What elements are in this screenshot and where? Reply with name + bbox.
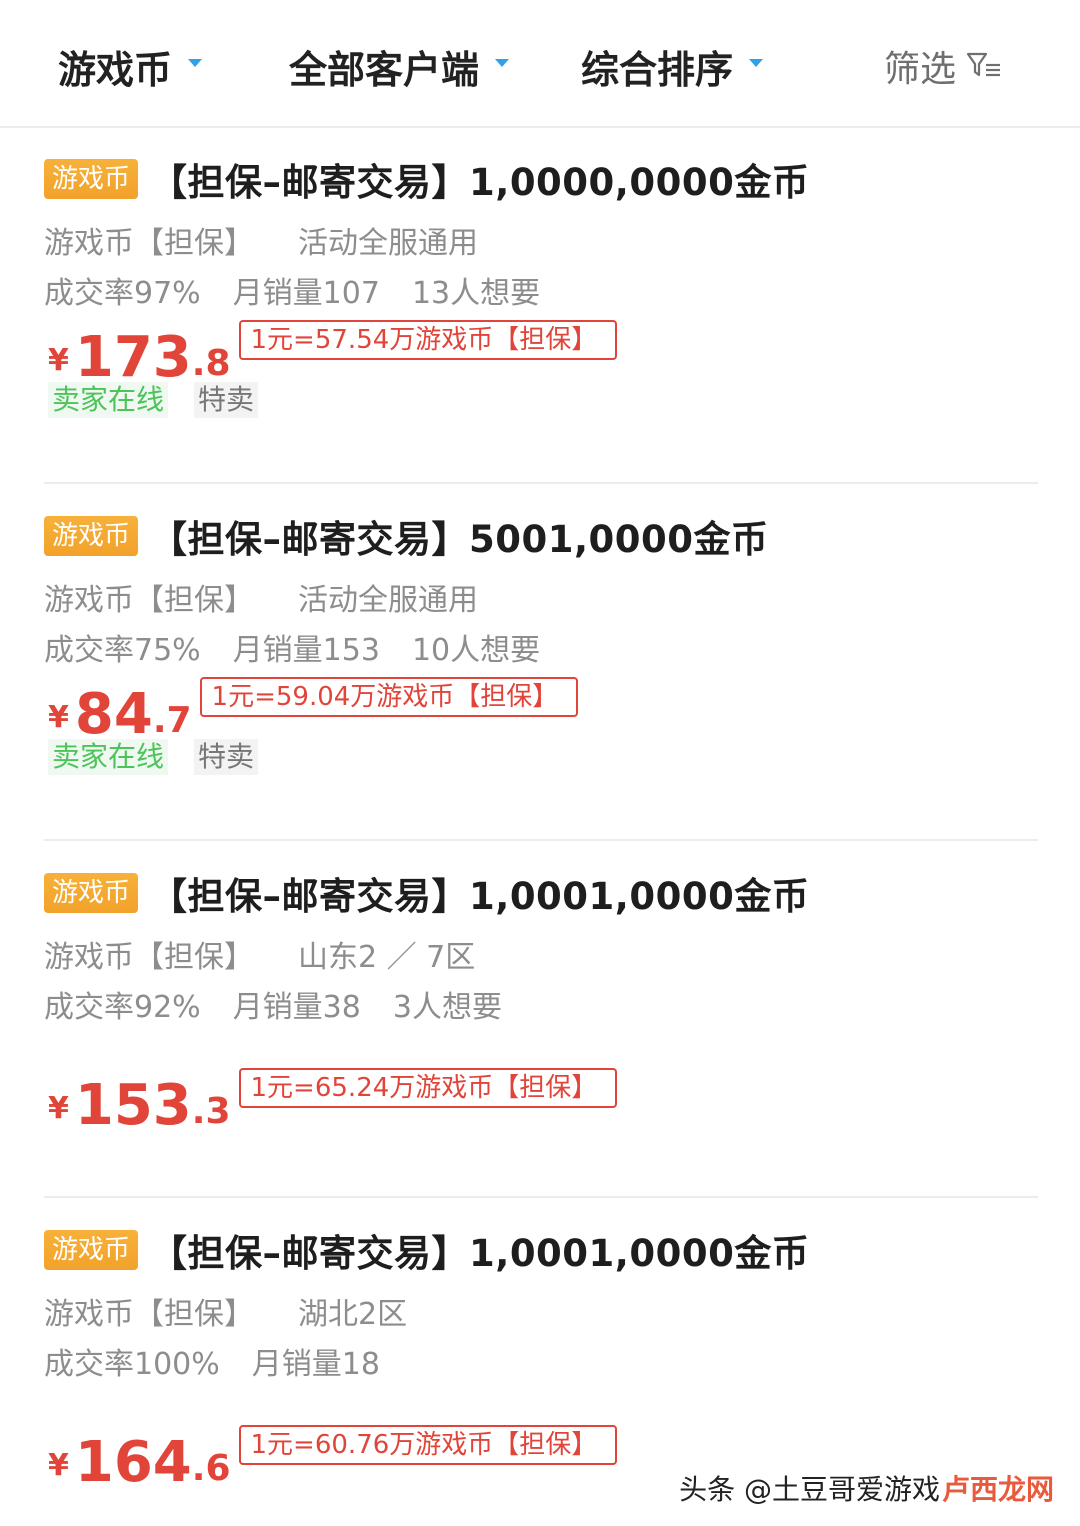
special-sale-tag: 特卖 [194, 739, 259, 775]
price-integer: 173 [74, 325, 192, 390]
listing-type: 游戏币【担保】 [44, 226, 254, 261]
filter-button-label: 筛选 [884, 49, 957, 90]
filter-funnel-icon [966, 52, 1001, 77]
listing-server: 活动全服通用 [298, 583, 478, 618]
caret-down-icon [495, 59, 510, 67]
price-integer: 153 [74, 1073, 192, 1138]
caret-down-icon [188, 59, 203, 67]
listing-type: 游戏币【担保】 [44, 940, 254, 975]
price-integer: 164 [74, 1430, 192, 1495]
listing-title: 【担保–邮寄交易】1,0001,0000金币 [150, 1232, 810, 1275]
listing-title: 【担保–邮寄交易】1,0000,0000金币 [150, 161, 810, 204]
monthly-sales: 月销量153 [232, 633, 380, 668]
wanted-count: 13人想要 [411, 276, 541, 311]
exchange-rate-tag: 1元=57.54万游戏币【担保】 [238, 320, 618, 360]
monthly-sales: 月销量38 [232, 990, 361, 1025]
deal-rate: 成交率92% [44, 990, 201, 1025]
caret-down-icon [749, 59, 764, 67]
listing-card[interactable]: 游戏币 【担保–邮寄交易】5001,0000金币 游戏币【担保】 活动全服通用 … [44, 485, 1038, 841]
price-integer: 84 [74, 682, 153, 747]
site-logo-text: 卢西龙网 [941, 1473, 1054, 1506]
category-dropdown-label: 游戏币 [58, 47, 173, 92]
price-decimal: .8 [191, 343, 231, 384]
price-decimal: .3 [191, 1091, 231, 1132]
category-badge: 游戏币 [44, 873, 139, 913]
currency-symbol: ¥ [48, 1091, 69, 1126]
price-decimal: .7 [152, 700, 192, 741]
price-decimal: .6 [191, 1448, 231, 1489]
special-sale-tag: 特卖 [194, 382, 259, 418]
category-badge: 游戏币 [44, 1230, 139, 1270]
seller-online-tag: 卖家在线 [48, 382, 169, 418]
filter-button[interactable]: 筛选 [884, 38, 1002, 94]
deal-rate: 成交率75% [44, 633, 201, 668]
deal-rate: 成交率97% [44, 276, 201, 311]
currency-symbol: ¥ [48, 1448, 69, 1483]
category-badge: 游戏币 [44, 516, 139, 556]
filter-bar: 游戏币 全部客户端 综合排序 筛选 [0, 0, 1080, 128]
category-badge: 游戏币 [44, 159, 139, 199]
client-dropdown[interactable]: 全部客户端 [289, 38, 510, 94]
listing-title: 【担保–邮寄交易】5001,0000金币 [150, 518, 769, 561]
listing-server: 湖北2区 [298, 1297, 408, 1332]
exchange-rate-tag: 1元=59.04万游戏币【担保】 [199, 677, 579, 717]
listing-server: 活动全服通用 [298, 226, 478, 261]
category-dropdown[interactable]: 游戏币 [58, 38, 203, 94]
exchange-rate-tag: 1元=65.24万游戏币【担保】 [238, 1068, 618, 1108]
deal-rate: 成交率100% [44, 1347, 220, 1382]
listing-card[interactable]: 游戏币 【担保–邮寄交易】1,0000,0000金币 游戏币【担保】 活动全服通… [44, 128, 1038, 484]
wanted-count: 10人想要 [411, 633, 541, 668]
sort-dropdown-label: 综合排序 [581, 47, 734, 92]
seller-online-tag: 卖家在线 [48, 739, 169, 775]
listing-card[interactable]: 游戏币 【担保–邮寄交易】1,0001,0000金币 游戏币【担保】 山东2 ／… [44, 842, 1038, 1198]
listing-type: 游戏币【担保】 [44, 583, 254, 618]
currency-symbol: ¥ [48, 343, 69, 378]
currency-symbol: ¥ [48, 700, 69, 735]
monthly-sales: 月销量18 [251, 1347, 380, 1382]
watermark-text: 头条 @土豆哥爱游戏 [679, 1473, 940, 1506]
listing-server: 山东2 ／ 7区 [298, 940, 476, 975]
listing-type: 游戏币【担保】 [44, 1297, 254, 1332]
sort-dropdown[interactable]: 综合排序 [581, 38, 764, 94]
listing-title: 【担保–邮寄交易】1,0001,0000金币 [150, 875, 810, 918]
exchange-rate-tag: 1元=60.76万游戏币【担保】 [238, 1425, 618, 1465]
client-dropdown-label: 全部客户端 [289, 47, 480, 92]
monthly-sales: 月销量107 [232, 276, 380, 311]
watermark: 头条 @土豆哥爱游戏 卢西龙网 [679, 1468, 1054, 1508]
wanted-count: 3人想要 [392, 990, 502, 1025]
